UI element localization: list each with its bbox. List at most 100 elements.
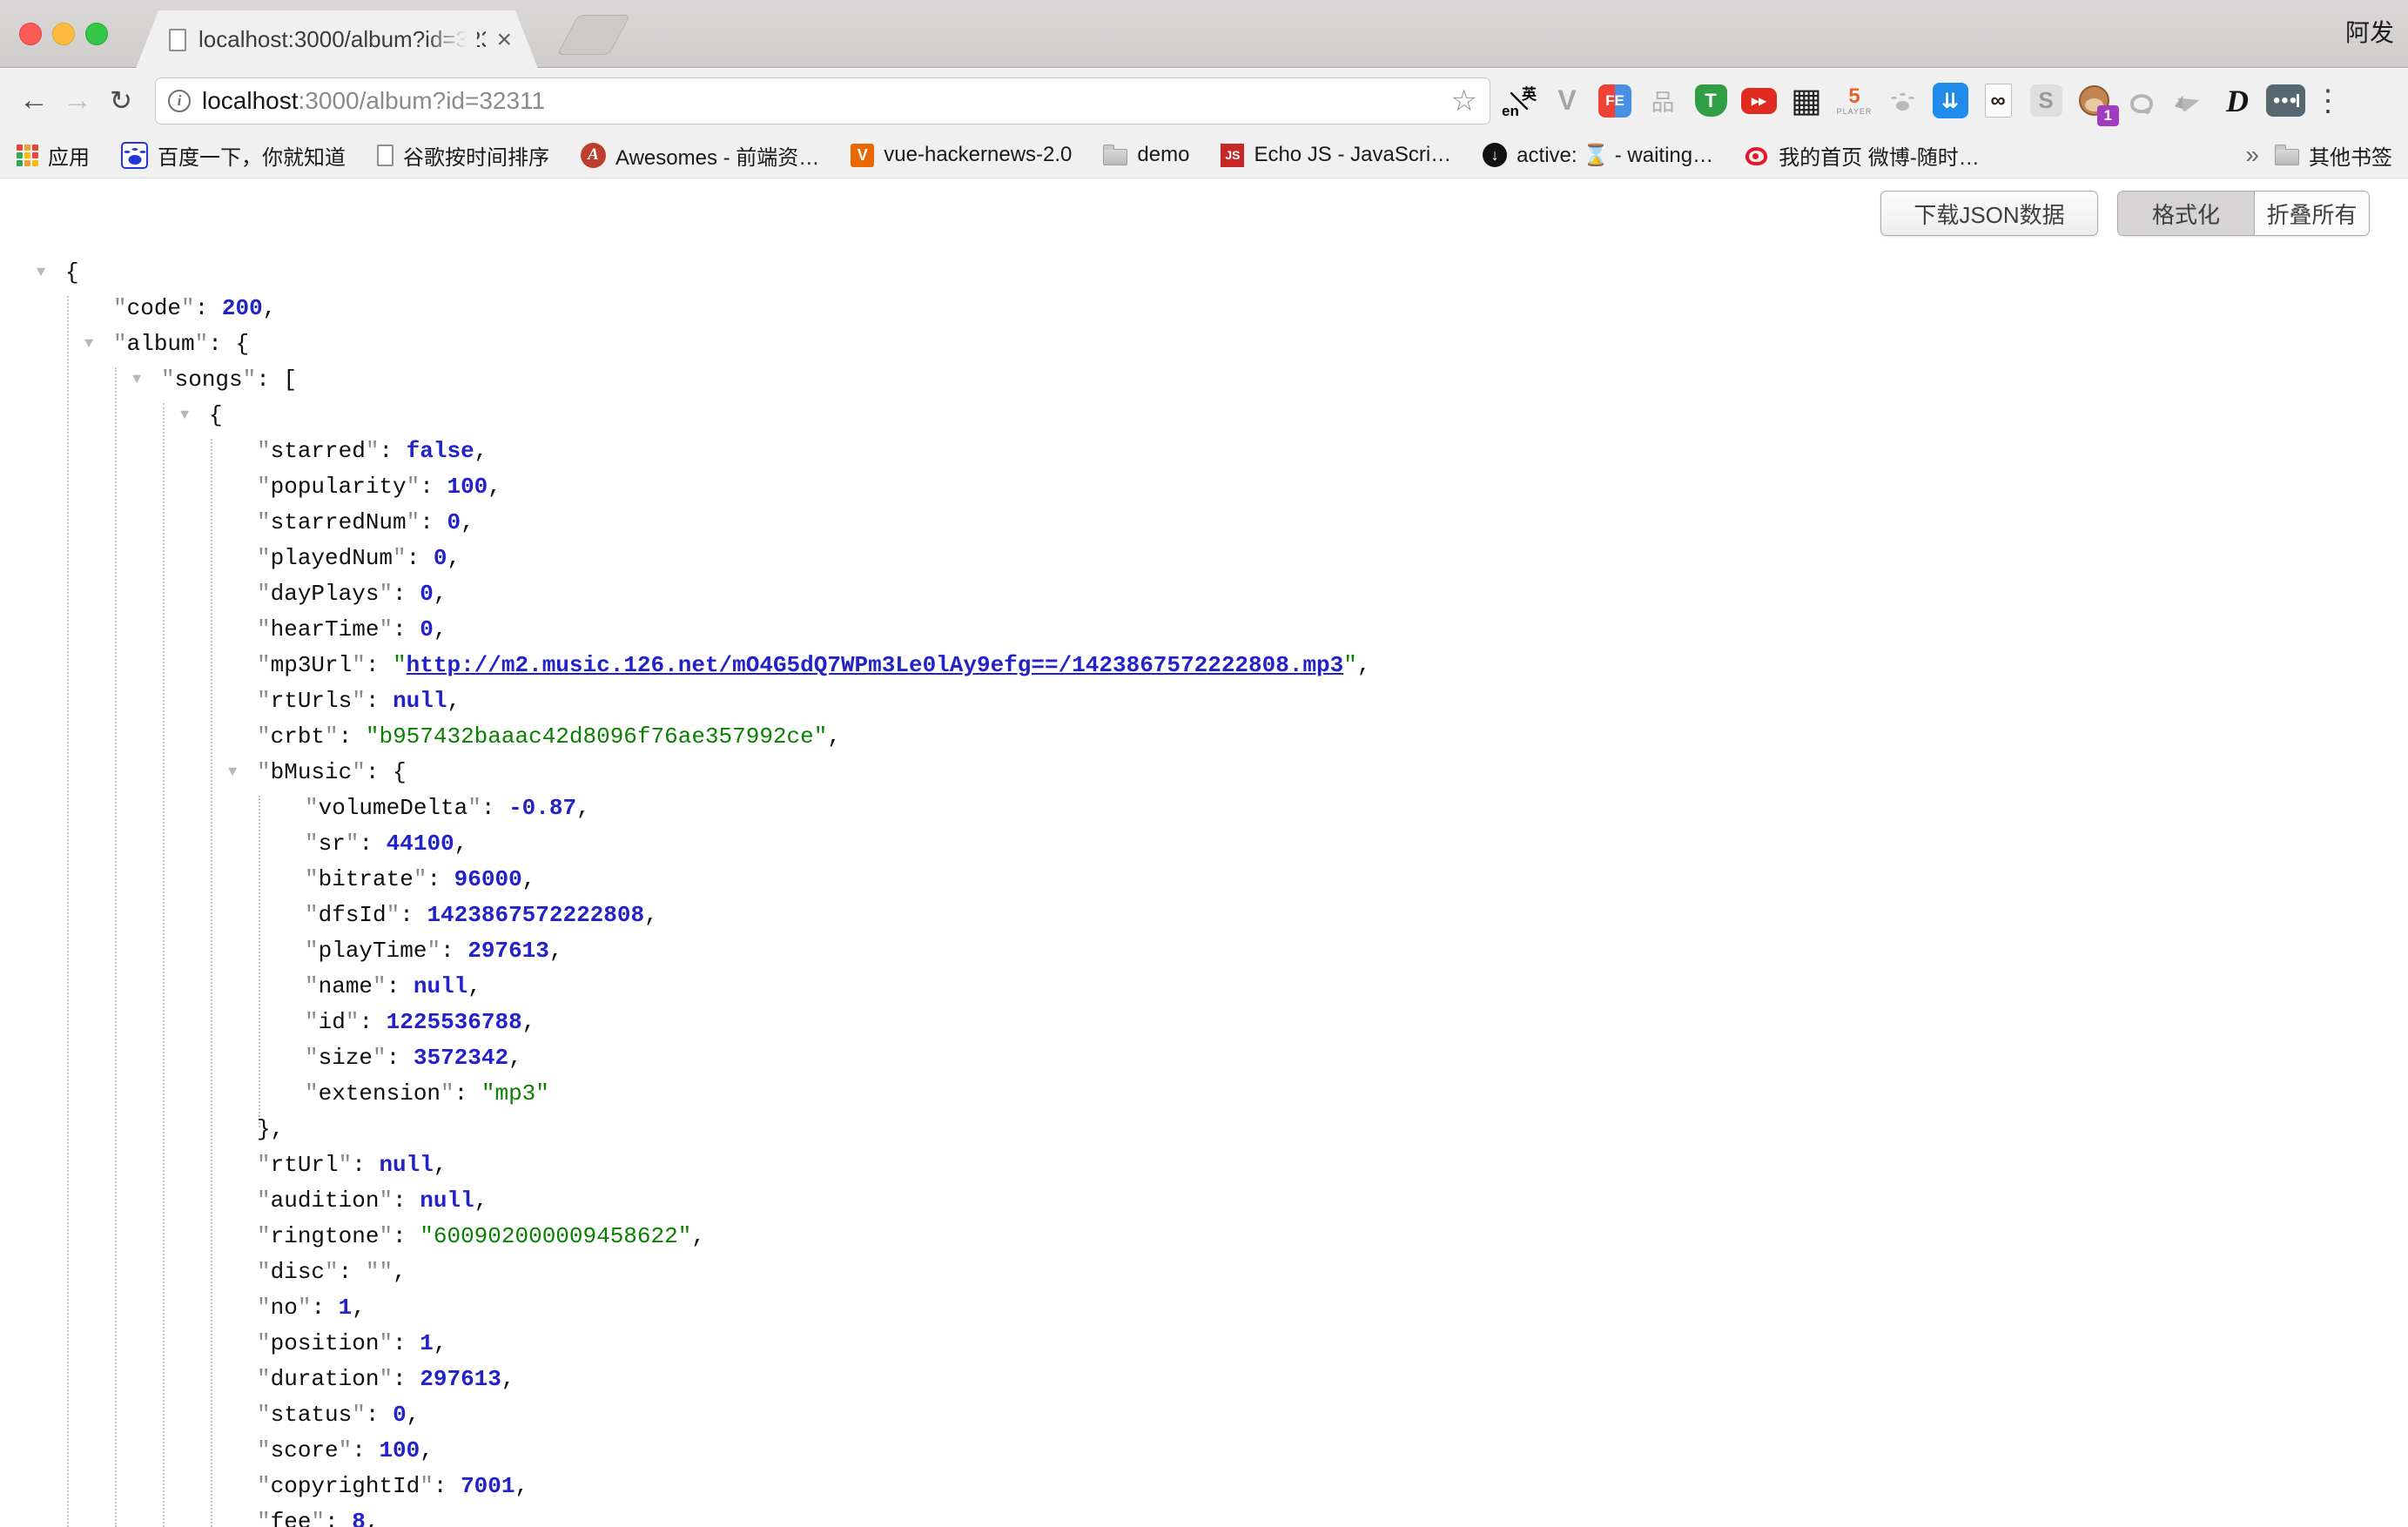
hummingbird-icon — [2180, 93, 2199, 109]
collapse-toggle-icon[interactable] — [132, 362, 141, 398]
extension-button[interactable] — [1739, 81, 1779, 121]
extension-button[interactable]: 1 — [2074, 81, 2114, 121]
bookmarks-overflow-icon[interactable] — [2245, 141, 2259, 169]
json-token: " — [243, 367, 257, 393]
tab-close-icon[interactable] — [496, 27, 512, 53]
view-mode-button-group: 格式化 折叠所有 — [2117, 191, 2370, 236]
title-bar: localhost:3000/album?id=323 阿发 — [0, 0, 2408, 68]
bookmark-item[interactable]: 应用 — [16, 140, 90, 171]
json-line: "playTime": 297613, — [0, 933, 2408, 969]
extension-button[interactable] — [2265, 81, 2305, 121]
paw-icon — [1896, 91, 1909, 111]
collapse-toggle-icon[interactable] — [37, 255, 45, 291]
fullscreen-window-button[interactable] — [85, 23, 108, 45]
extension-button[interactable] — [2169, 81, 2210, 121]
json-line: }, — [0, 1112, 2408, 1147]
awesomes-icon — [581, 143, 606, 168]
json-token: " — [181, 295, 195, 321]
mp3-url-link[interactable]: http://m2.music.126.net/mO4G5dQ7WPm3Le0l… — [407, 652, 1344, 678]
js-icon — [1221, 144, 1244, 167]
back-button[interactable] — [12, 79, 56, 123]
bookmark-label: demo — [1137, 143, 1189, 167]
browser-toolbar: localhost :3000/album?id=32311 1 — [0, 69, 2408, 132]
json-token: : — [454, 1080, 481, 1107]
format-button[interactable]: 格式化 — [2118, 192, 2255, 235]
json-token: " — [257, 616, 271, 642]
json-token: name — [319, 973, 373, 999]
json-token: , — [447, 688, 461, 714]
bookmark-item[interactable]: Echo JS - JavaScri… — [1221, 143, 1451, 167]
extension-button[interactable] — [1786, 81, 1826, 121]
bookmarks-bar: 应用百度一下，你就知道谷歌按时间排序 Awesomes - 前端资… vue-hac… — [0, 132, 2408, 178]
extension-button[interactable] — [1547, 81, 1587, 121]
json-token: id — [319, 1009, 346, 1035]
json-token: , — [474, 438, 488, 464]
close-window-button[interactable] — [19, 23, 42, 45]
site-info-icon[interactable] — [168, 90, 191, 112]
extension-button[interactable] — [1882, 81, 1922, 121]
extension-button[interactable] — [2217, 81, 2257, 121]
json-token: } — [257, 1116, 271, 1142]
extension-button[interactable] — [1691, 81, 1731, 121]
collapse-all-button[interactable]: 折叠所有 — [2255, 192, 2369, 235]
download-json-button[interactable]: 下载JSON数据 — [1880, 191, 2098, 236]
json-token: " — [257, 438, 271, 464]
json-token: , — [393, 1259, 407, 1285]
extension-button[interactable] — [1595, 81, 1635, 121]
extension-button[interactable] — [1499, 81, 1539, 121]
extension-button[interactable] — [1643, 81, 1683, 121]
json-token: 1225536788 — [387, 1009, 522, 1035]
extension-button[interactable] — [1930, 81, 1970, 121]
bookmark-star-icon[interactable] — [1451, 86, 1477, 116]
extension-button[interactable] — [2122, 81, 2162, 121]
json-line: "starredNum": 0, — [0, 505, 2408, 541]
json-token: { — [65, 259, 79, 286]
reload-button[interactable] — [99, 79, 143, 123]
json-viewer: {"code": 200,"album": {"songs": [{"starr… — [0, 255, 2408, 1527]
json-token: : — [481, 795, 508, 821]
extension-icons-row: 1 — [1499, 81, 2305, 121]
json-token: 96000 — [454, 866, 522, 892]
json-token: crbt — [271, 723, 325, 750]
browser-tab[interactable]: localhost:3000/album?id=323 — [136, 10, 538, 69]
bookmark-item[interactable]: active: ⌛ - waiting… — [1483, 143, 1713, 168]
json-token: code — [127, 295, 181, 321]
collapse-toggle-icon[interactable] — [84, 326, 93, 362]
profile-name[interactable]: 阿发 — [2345, 14, 2394, 49]
collapse-toggle-icon[interactable] — [228, 755, 237, 790]
bookmark-item[interactable]: Awesomes - 前端资… — [581, 140, 819, 171]
bookmark-item[interactable]: 百度一下，你就知道 — [121, 140, 346, 171]
page-favicon-icon — [169, 29, 186, 51]
json-token: : — [352, 1437, 379, 1463]
json-token: : — [400, 902, 427, 928]
browser-menu-icon[interactable] — [2310, 81, 2345, 121]
forward-button — [56, 79, 99, 123]
other-bookmarks-folder[interactable]: 其他书签 — [2275, 140, 2392, 171]
bookmark-item[interactable]: vue-hackernews-2.0 — [851, 143, 1072, 167]
bookmark-item[interactable]: 谷歌按时间排序 — [377, 140, 549, 171]
collapse-toggle-icon[interactable] — [180, 398, 189, 434]
new-tab-button[interactable] — [557, 15, 630, 55]
json-token: , — [488, 474, 501, 500]
json-token: size — [319, 1045, 373, 1071]
json-token: " — [467, 795, 481, 821]
json-token: " — [257, 474, 271, 500]
extension-button[interactable] — [1834, 81, 1874, 121]
bookmark-item[interactable]: 我的首页 微博-随时… — [1745, 140, 1980, 171]
bookmark-item[interactable]: demo — [1103, 143, 1189, 167]
json-token: " — [257, 1295, 271, 1321]
json-token: , — [522, 866, 536, 892]
video-speed-icon — [1741, 88, 1777, 114]
json-token: " — [339, 1152, 353, 1178]
address-bar[interactable]: localhost :3000/album?id=32311 — [155, 77, 1490, 124]
json-token: " — [352, 1402, 366, 1428]
json-line: "album": { — [0, 326, 2408, 362]
json-token: " — [373, 973, 387, 999]
json-line: "copyrightId": 7001, — [0, 1469, 2408, 1504]
minimize-window-button[interactable] — [52, 23, 75, 45]
json-token: " — [373, 1045, 387, 1071]
d-script-icon — [2226, 83, 2249, 119]
json-line: "fee": 8, — [0, 1504, 2408, 1527]
extension-button[interactable] — [1978, 81, 2018, 121]
extension-button[interactable] — [2026, 81, 2066, 121]
